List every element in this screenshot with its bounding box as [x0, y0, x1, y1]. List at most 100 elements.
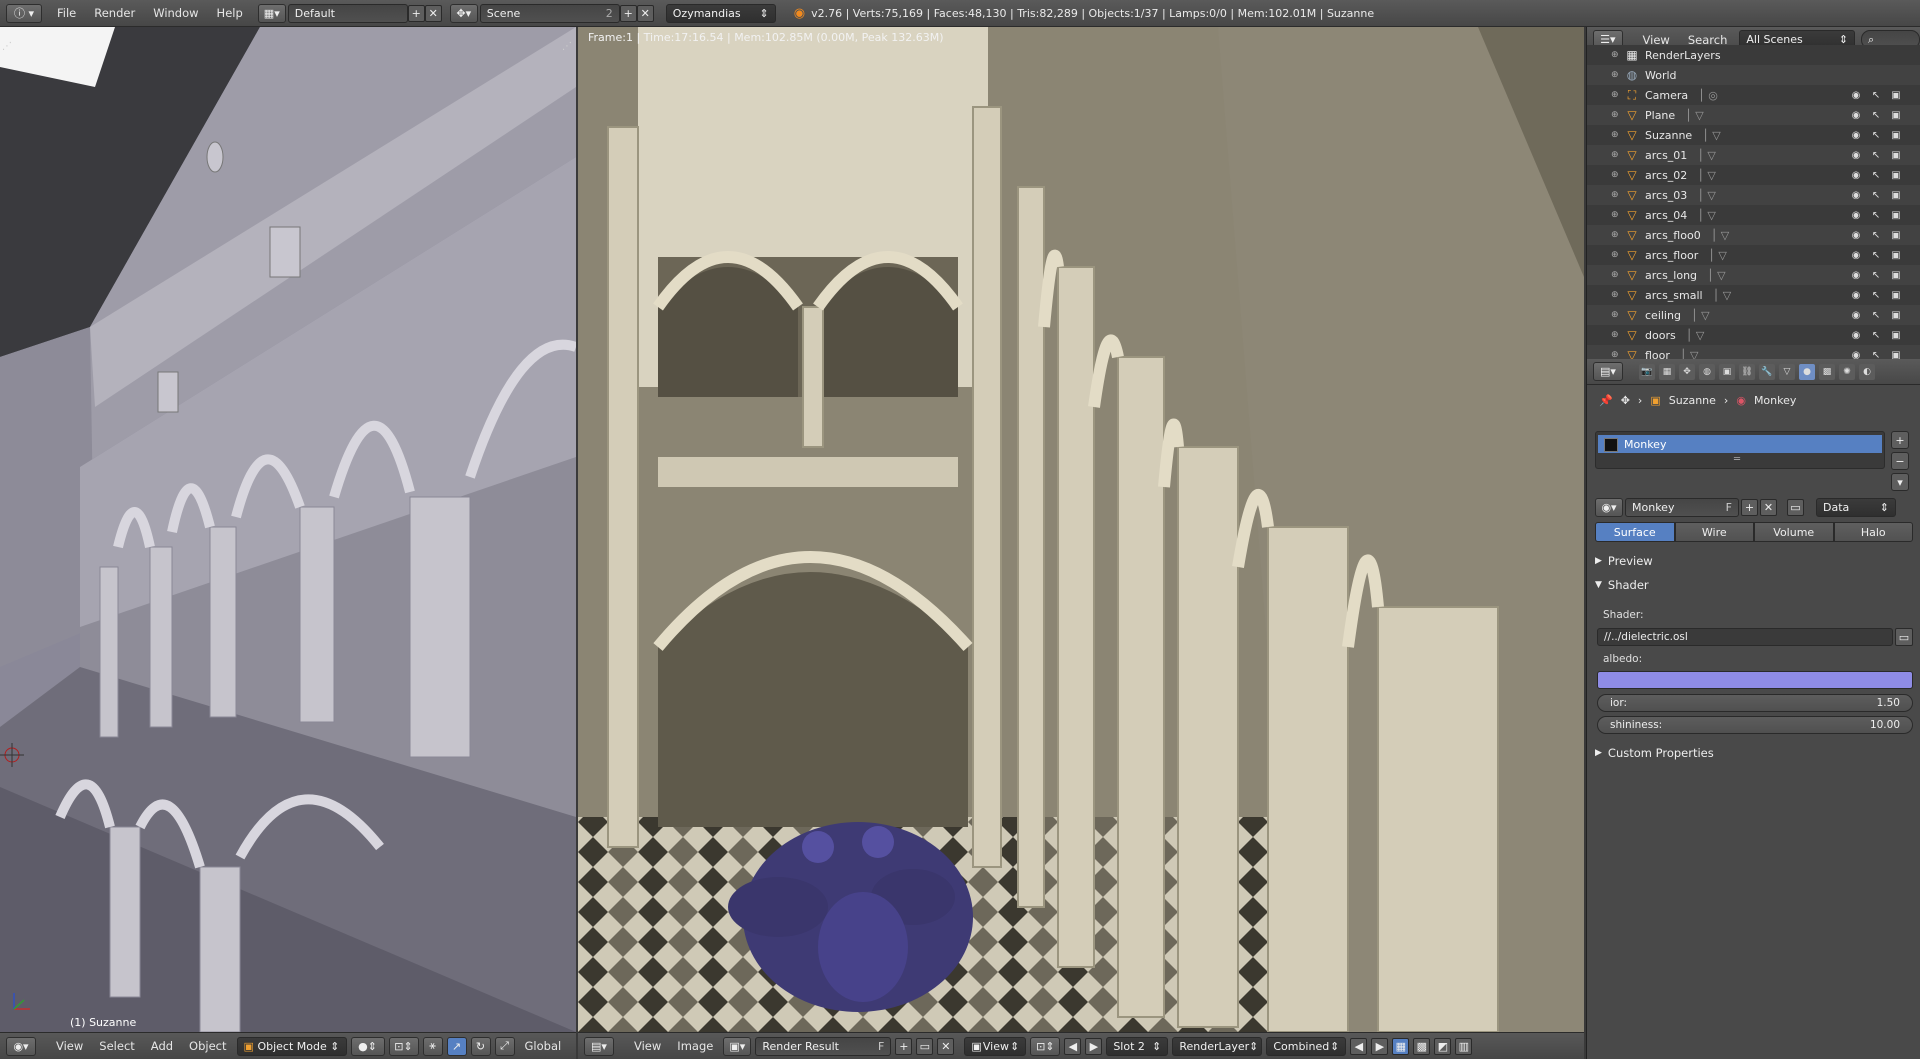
menu-select[interactable]: Select: [93, 1039, 140, 1053]
expand-icon[interactable]: ⊕: [1611, 110, 1621, 120]
albedo-color-swatch[interactable]: [1597, 671, 1913, 689]
physics-tab-icon[interactable]: ◐: [1859, 363, 1875, 380]
render-camera-icon[interactable]: ▣: [1890, 149, 1902, 161]
render-camera-icon[interactable]: ▣: [1890, 109, 1902, 121]
outliner-row[interactable]: ⊕ ▽ ceiling │ ▽ ◉ ↖ ▣: [1587, 305, 1920, 325]
expand-icon[interactable]: ⊕: [1611, 170, 1621, 180]
eye-icon[interactable]: ◉: [1850, 109, 1862, 121]
manipulator-toggle[interactable]: ⚹: [422, 1036, 443, 1056]
prev-slot-icon[interactable]: ◀: [1064, 1037, 1082, 1055]
cursor-select-icon[interactable]: ↖: [1870, 109, 1882, 121]
remove-scene-icon[interactable]: ✕: [636, 4, 654, 22]
outliner-row[interactable]: ⊕ ▽ Plane │ ▽ ◉ ↖ ▣: [1587, 105, 1920, 125]
custom-properties-panel-header[interactable]: ▶ Custom Properties: [1595, 743, 1714, 763]
eye-icon[interactable]: ◉: [1850, 289, 1862, 301]
cursor-select-icon[interactable]: ↖: [1870, 249, 1882, 261]
render-camera-icon[interactable]: ▣: [1890, 89, 1902, 101]
unlink-image-icon[interactable]: ✕: [937, 1037, 955, 1055]
eye-icon[interactable]: ◉: [1850, 349, 1862, 360]
expand-icon[interactable]: ⊕: [1611, 70, 1621, 80]
slot-dropdown[interactable]: Slot 2 ⇕: [1106, 1036, 1169, 1056]
menu-view[interactable]: View: [628, 1039, 667, 1053]
cursor-select-icon[interactable]: ↖: [1870, 129, 1882, 141]
render-camera-icon[interactable]: ▣: [1890, 169, 1902, 181]
outliner-row[interactable]: ⊕ ▦ RenderLayers: [1587, 45, 1920, 65]
expand-icon[interactable]: ⊕: [1611, 90, 1621, 100]
material-tab-icon[interactable]: ●: [1799, 363, 1815, 380]
cursor-select-icon[interactable]: ↖: [1870, 309, 1882, 321]
new-material-icon[interactable]: +: [1741, 498, 1758, 516]
display-color-alpha-icon[interactable]: ▦: [1392, 1037, 1410, 1055]
menu-window[interactable]: Window: [144, 6, 207, 20]
eye-icon[interactable]: ◉: [1850, 189, 1862, 201]
cursor-select-icon[interactable]: ↖: [1870, 149, 1882, 161]
eye-icon[interactable]: ◉: [1850, 269, 1862, 281]
world-tab-icon[interactable]: ◍: [1699, 363, 1715, 380]
expand-icon[interactable]: ⊕: [1611, 150, 1621, 160]
material-slot-list[interactable]: Monkey ═: [1595, 431, 1885, 469]
render-camera-icon[interactable]: ▣: [1890, 349, 1902, 360]
pivot-point-button[interactable]: ⊡⇕: [388, 1036, 419, 1056]
outliner-row[interactable]: ⊕ ▽ arcs_01 │ ▽ ◉ ↖ ▣: [1587, 145, 1920, 165]
expand-icon[interactable]: ⊕: [1611, 130, 1621, 140]
eye-icon[interactable]: ◉: [1850, 89, 1862, 101]
eye-icon[interactable]: ◉: [1850, 209, 1862, 221]
area-corner-grip-left[interactable]: ⋰: [2, 41, 14, 53]
expand-icon[interactable]: ⊕: [1611, 230, 1621, 240]
ior-slider[interactable]: ior: 1.50: [1597, 694, 1913, 712]
cursor-select-icon[interactable]: ↖: [1870, 169, 1882, 181]
display-alpha-icon[interactable]: ▩: [1413, 1037, 1431, 1055]
eye-icon[interactable]: ◉: [1850, 229, 1862, 241]
fake-user-toggle[interactable]: F: [878, 1040, 884, 1053]
prev-pass-icon[interactable]: ◀: [1350, 1037, 1368, 1055]
material-browse-button[interactable]: ◉▾: [1595, 497, 1623, 517]
eye-icon[interactable]: ◉: [1850, 329, 1862, 341]
view-mode-dropdown[interactable]: ▣ View ⇕: [964, 1036, 1027, 1056]
pin-icon[interactable]: 📌: [1599, 394, 1613, 407]
editor-type-image-button[interactable]: ▤▾: [584, 1036, 614, 1056]
modifiers-tab-icon[interactable]: 🔧: [1759, 363, 1775, 380]
expand-icon[interactable]: ⊕: [1611, 190, 1621, 200]
cursor-select-icon[interactable]: ↖: [1870, 89, 1882, 101]
viewport-shading-button[interactable]: ●⇕: [350, 1036, 385, 1056]
constraints-tab-icon[interactable]: ⛓: [1739, 363, 1755, 380]
render-camera-icon[interactable]: ▣: [1890, 269, 1902, 281]
outliner-row[interactable]: ⊕ ▽ floor │ ▽ ◉ ↖ ▣: [1587, 345, 1920, 359]
outliner-row[interactable]: ⊕ ▽ arcs_03 │ ▽ ◉ ↖ ▣: [1587, 185, 1920, 205]
scene-tab-icon[interactable]: ✥: [1679, 363, 1695, 380]
shader-path-input[interactable]: //../dielectric.osl: [1597, 628, 1893, 646]
display-zbuffer-icon[interactable]: ◩: [1434, 1037, 1452, 1055]
material-slot-row[interactable]: Monkey: [1598, 435, 1882, 453]
outliner-row[interactable]: ⊕ ▽ arcs_02 │ ▽ ◉ ↖ ▣: [1587, 165, 1920, 185]
pivot-button[interactable]: ⊡⇕: [1030, 1036, 1061, 1056]
tab-wire[interactable]: Wire: [1674, 522, 1754, 542]
cursor-select-icon[interactable]: ↖: [1870, 289, 1882, 301]
new-image-icon[interactable]: +: [895, 1037, 913, 1055]
screen-layout-field[interactable]: Default: [287, 3, 408, 23]
outliner-row[interactable]: ⊕ ▽ arcs_small │ ▽ ◉ ↖ ▣: [1587, 285, 1920, 305]
menu-file[interactable]: File: [48, 6, 85, 20]
editor-type-properties-button[interactable]: ▤▾: [1593, 362, 1623, 381]
fake-user-toggle[interactable]: F: [1726, 501, 1732, 514]
image-name-field[interactable]: Render Result F: [755, 1036, 892, 1056]
next-pass-icon[interactable]: ▶: [1371, 1037, 1389, 1055]
render-camera-icon[interactable]: ▣: [1890, 249, 1902, 261]
expand-icon[interactable]: ⊕: [1611, 290, 1621, 300]
scene-icon[interactable]: ✥▾: [449, 3, 478, 23]
cursor-select-icon[interactable]: ↖: [1870, 229, 1882, 241]
scene-field[interactable]: Scene 2: [479, 3, 620, 23]
cursor-select-icon[interactable]: ↖: [1870, 329, 1882, 341]
eye-icon[interactable]: ◉: [1850, 169, 1862, 181]
outliner-row[interactable]: ⊕ ⛶ Camera │ ◎ ◉ ↖ ▣: [1587, 85, 1920, 105]
expand-icon[interactable]: ⊕: [1611, 270, 1621, 280]
image-browse-button[interactable]: ▣▾: [723, 1036, 752, 1056]
expand-icon[interactable]: ⊕: [1611, 210, 1621, 220]
outliner-row[interactable]: ⊕ ▽ Suzanne │ ▽ ◉ ↖ ▣: [1587, 125, 1920, 145]
render-camera-icon[interactable]: ▣: [1890, 129, 1902, 141]
outliner-row[interactable]: ⊕ ◍ World: [1587, 65, 1920, 85]
render-camera-icon[interactable]: ▣: [1890, 189, 1902, 201]
3d-viewport[interactable]: (1) Suzanne ⋰ ⋰: [0, 27, 576, 1032]
shininess-slider[interactable]: shininess: 10.00: [1597, 716, 1913, 734]
unlink-material-icon[interactable]: ✕: [1760, 498, 1777, 516]
link-dropdown[interactable]: Data ⇕: [1816, 497, 1896, 517]
